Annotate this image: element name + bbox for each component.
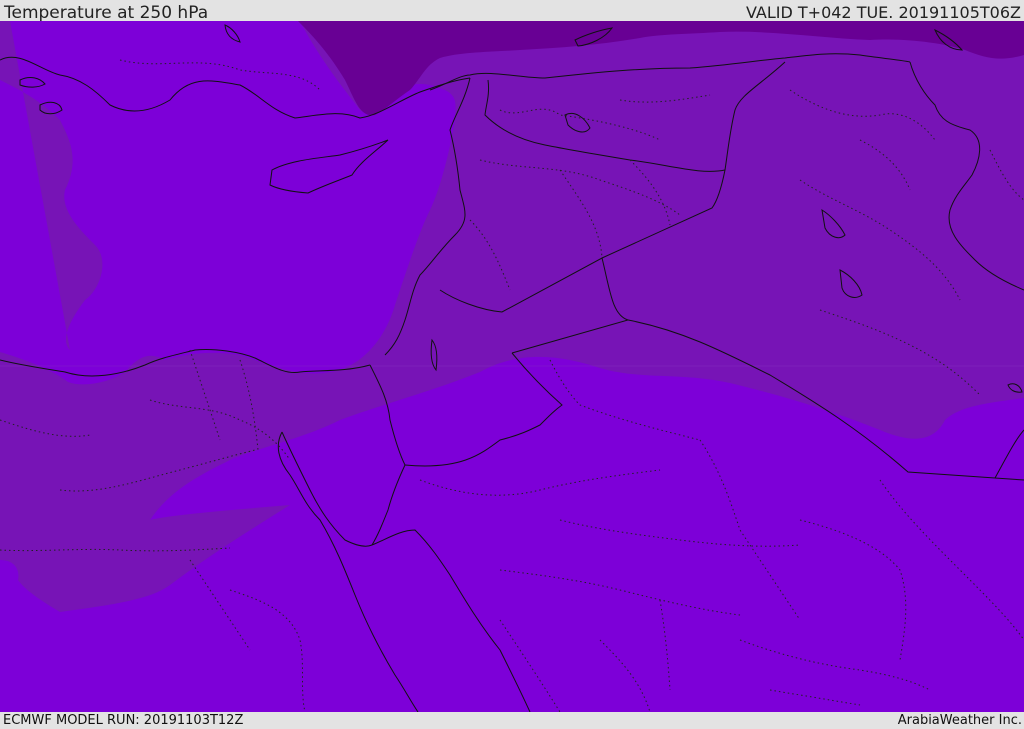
- header-bar: Temperature at 250 hPa VALID T+042 TUE. …: [0, 0, 1024, 23]
- model-run-label: ECMWF MODEL RUN: 20191103T12Z: [3, 713, 244, 728]
- map-title: Temperature at 250 hPa: [4, 3, 209, 23]
- valid-time-label: VALID T+042 TUE. 20191105T06Z: [745, 3, 1021, 22]
- credit-label: ArabiaWeather Inc.: [897, 713, 1022, 728]
- weather-map[interactable]: [0, 21, 1024, 712]
- footer-bar: ECMWF MODEL RUN: 20191103T12Z ArabiaWeat…: [0, 712, 1024, 729]
